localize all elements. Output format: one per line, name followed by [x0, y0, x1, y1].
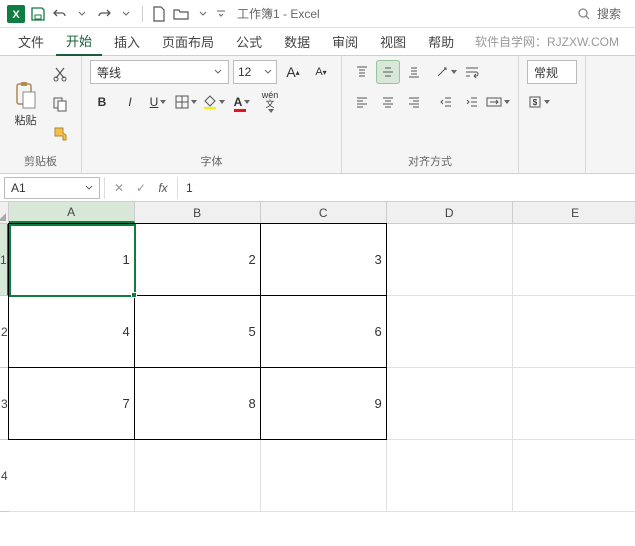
- align-center-button[interactable]: [376, 90, 400, 114]
- copy-button[interactable]: [47, 92, 73, 116]
- tab-view[interactable]: 视图: [370, 28, 416, 55]
- undo-icon[interactable]: [50, 4, 70, 24]
- italic-button[interactable]: I: [118, 90, 142, 114]
- paste-label: 粘贴: [15, 112, 37, 128]
- merge-button[interactable]: [486, 90, 510, 114]
- col-header[interactable]: D: [387, 202, 513, 223]
- cell[interactable]: [387, 296, 513, 368]
- svg-text:X: X: [12, 9, 20, 21]
- cell[interactable]: 5: [134, 295, 261, 368]
- increase-font-button[interactable]: A▴: [281, 60, 305, 84]
- cell[interactable]: [513, 368, 635, 440]
- col-header[interactable]: A: [9, 202, 135, 223]
- save-icon[interactable]: [28, 4, 48, 24]
- fill-color-button[interactable]: [202, 90, 226, 114]
- tab-review[interactable]: 审阅: [322, 28, 368, 55]
- qat-customize-icon[interactable]: [215, 4, 227, 24]
- cell[interactable]: 4: [8, 295, 135, 368]
- cell[interactable]: [387, 368, 513, 440]
- increase-indent-button[interactable]: [460, 90, 484, 114]
- tab-insert[interactable]: 插入: [104, 28, 150, 55]
- tab-file[interactable]: 文件: [8, 28, 54, 55]
- new-file-icon[interactable]: [149, 4, 169, 24]
- cell[interactable]: 8: [134, 367, 261, 440]
- cell[interactable]: [513, 224, 635, 296]
- enter-formula-icon[interactable]: ✓: [131, 181, 151, 195]
- font-size-select[interactable]: 12: [233, 60, 277, 84]
- search-placeholder: 搜索: [597, 5, 621, 22]
- underline-button[interactable]: U: [146, 90, 170, 114]
- font-color-button[interactable]: A: [230, 90, 254, 114]
- select-all-corner[interactable]: [0, 202, 9, 224]
- cell[interactable]: [135, 440, 261, 512]
- name-box[interactable]: A1: [4, 177, 100, 199]
- cell[interactable]: 7: [8, 367, 135, 440]
- decrease-indent-button[interactable]: [434, 90, 458, 114]
- cell[interactable]: [513, 296, 635, 368]
- tab-page-layout[interactable]: 页面布局: [152, 28, 224, 55]
- tab-formulas[interactable]: 公式: [226, 28, 272, 55]
- font-name-select[interactable]: 等线: [90, 60, 229, 84]
- search-icon: [577, 7, 591, 21]
- col-header[interactable]: B: [135, 202, 261, 223]
- tab-home[interactable]: 开始: [56, 27, 102, 56]
- cell[interactable]: 3: [260, 223, 387, 296]
- align-right-button[interactable]: [402, 90, 426, 114]
- window-title: 工作簿1 - Excel: [237, 5, 320, 22]
- cell[interactable]: [261, 440, 387, 512]
- align-group-label: 对齐方式: [350, 151, 510, 173]
- chevron-down-icon[interactable]: [116, 4, 136, 24]
- align-left-button[interactable]: [350, 90, 374, 114]
- orientation-button[interactable]: [434, 60, 458, 84]
- paste-button[interactable]: 粘贴: [8, 60, 43, 148]
- fx-icon[interactable]: fx: [153, 181, 173, 195]
- chevron-down-icon[interactable]: [193, 4, 213, 24]
- cut-button[interactable]: [47, 62, 73, 86]
- chevron-down-icon[interactable]: [72, 4, 92, 24]
- search-box[interactable]: 搜索: [575, 3, 629, 24]
- align-bottom-button[interactable]: [402, 60, 426, 84]
- tab-help[interactable]: 帮助: [418, 28, 464, 55]
- bold-button[interactable]: B: [90, 90, 114, 114]
- phonetic-button[interactable]: wén文: [258, 90, 282, 114]
- font-group-label: 字体: [90, 151, 333, 173]
- clipboard-group-label: 剪贴板: [8, 151, 73, 173]
- excel-icon: X: [6, 4, 26, 24]
- cell[interactable]: [513, 440, 635, 512]
- svg-text:$: $: [533, 98, 538, 107]
- accounting-format-button[interactable]: $: [527, 90, 551, 114]
- col-header[interactable]: C: [261, 202, 387, 223]
- cell[interactable]: [9, 440, 135, 512]
- row-header[interactable]: 4: [0, 440, 9, 512]
- tab-data[interactable]: 数据: [274, 28, 320, 55]
- cell[interactable]: [387, 440, 513, 512]
- watermark: 软件自学网：RJZXW.COM: [475, 33, 627, 50]
- cell[interactable]: 9: [260, 367, 387, 440]
- borders-button[interactable]: [174, 90, 198, 114]
- cell[interactable]: 6: [260, 295, 387, 368]
- redo-icon[interactable]: [94, 4, 114, 24]
- format-painter-button[interactable]: [47, 122, 73, 146]
- align-middle-button[interactable]: [376, 60, 400, 84]
- align-top-button[interactable]: [350, 60, 374, 84]
- open-folder-icon[interactable]: [171, 4, 191, 24]
- wrap-text-button[interactable]: [460, 60, 484, 84]
- formula-bar[interactable]: 1: [178, 181, 635, 195]
- cancel-formula-icon[interactable]: ✕: [109, 181, 129, 195]
- number-format-select[interactable]: 常规: [527, 60, 577, 84]
- decrease-font-button[interactable]: A▾: [309, 60, 333, 84]
- cell[interactable]: [387, 224, 513, 296]
- cell[interactable]: 1: [8, 223, 135, 296]
- cell[interactable]: 2: [134, 223, 261, 296]
- col-header[interactable]: E: [513, 202, 635, 223]
